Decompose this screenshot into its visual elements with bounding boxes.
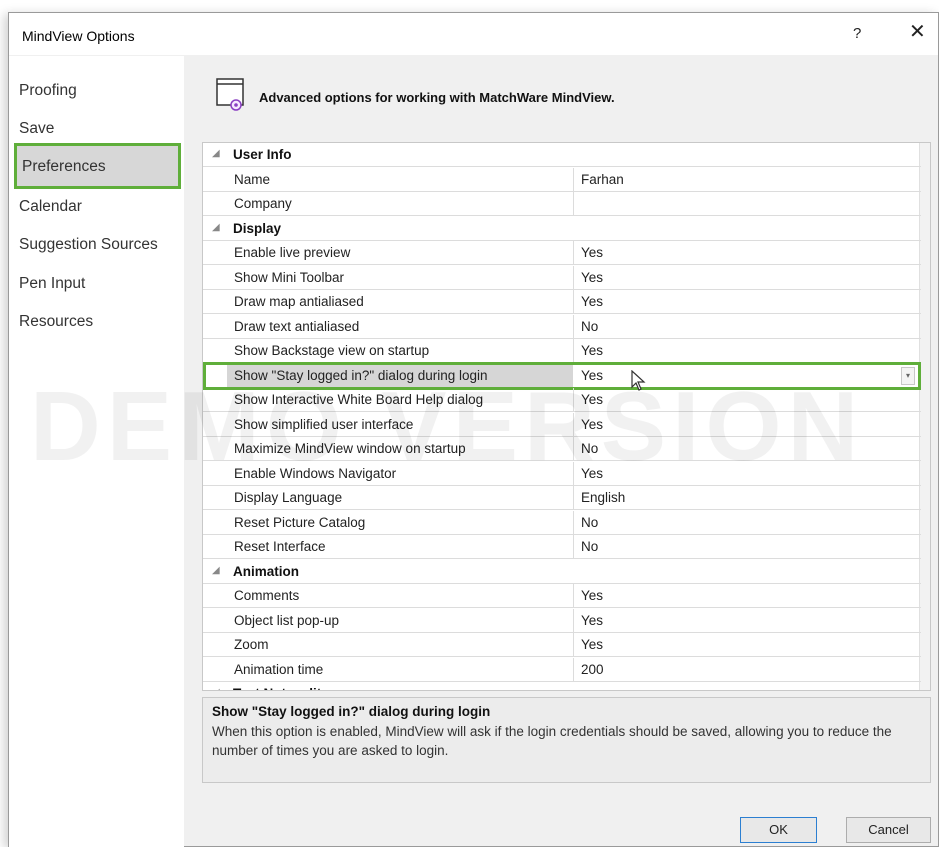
nav-item-calendar[interactable]: Calendar — [19, 198, 82, 216]
nav-item-save[interactable]: Save — [19, 120, 54, 138]
property-name: Show "Stay logged in?" dialog during log… — [227, 364, 573, 387]
property-name: Show Backstage view on startup — [228, 339, 574, 362]
property-name: Reset Picture Catalog — [228, 510, 574, 534]
property-name: Show simplified user interface — [228, 412, 574, 436]
property-name: Enable Windows Navigator — [228, 461, 574, 485]
property-value[interactable]: Yes — [581, 245, 603, 260]
property-row[interactable]: Draw text antialiased No — [203, 314, 921, 339]
property-value[interactable]: Yes — [581, 466, 603, 481]
options-window-gear-icon — [216, 78, 244, 111]
title-bar: MindView Options ? ✕ — [9, 13, 938, 55]
property-value[interactable]: Yes — [581, 613, 603, 628]
property-name: Show Interactive White Board Help dialog — [228, 388, 574, 411]
property-value[interactable]: Yes — [581, 588, 603, 603]
property-value[interactable]: Yes — [581, 294, 603, 309]
description-panel: Show "Stay logged in?" dialog during log… — [202, 697, 931, 783]
nav-item-resources[interactable]: Resources — [19, 313, 93, 331]
help-button[interactable]: ? — [853, 25, 861, 42]
collapse-caret-icon[interactable]: ◢ — [212, 687, 220, 690]
property-row[interactable]: Enable Windows Navigator Yes — [203, 461, 921, 486]
property-row[interactable]: Enable live preview Yes — [203, 241, 921, 265]
property-value[interactable]: Yes — [581, 343, 603, 358]
property-row[interactable]: Comments Yes — [203, 584, 921, 608]
property-row[interactable]: Company — [203, 192, 921, 216]
property-value[interactable]: Yes — [581, 417, 603, 432]
nav-item-suggestion-sources[interactable]: Suggestion Sources — [19, 236, 158, 254]
property-value[interactable]: No — [581, 441, 598, 456]
nav-item-pen-input[interactable]: Pen Input — [19, 275, 85, 293]
property-name: Show Mini Toolbar — [228, 265, 574, 289]
property-value[interactable]: Yes — [581, 637, 603, 652]
property-grid: ◢ User Info Name Farhan Company ◢ Display Enabl… — [202, 142, 931, 691]
description-title: Show "Stay logged in?" dialog during log… — [212, 704, 491, 719]
property-name: Zoom — [228, 633, 574, 656]
category-row[interactable]: ◢ User Info — [203, 143, 921, 167]
panel-header-text: Advanced options for working with MatchW… — [259, 90, 615, 105]
category-label: User Info — [233, 147, 292, 162]
property-name: Draw text antialiased — [228, 314, 574, 338]
property-value[interactable]: No — [581, 515, 598, 530]
property-value[interactable]: No — [581, 319, 598, 334]
property-row[interactable]: Display Language English — [203, 486, 921, 510]
property-name: Name — [228, 167, 574, 191]
property-name: Enable live preview — [228, 241, 574, 264]
dropdown-arrow-icon[interactable]: ▾ — [901, 366, 915, 385]
category-row[interactable]: ◢ Animation — [203, 560, 921, 584]
category-label: Animation — [233, 563, 299, 579]
property-value[interactable]: Yes — [581, 270, 603, 285]
property-row[interactable]: Object list pop-up Yes — [203, 608, 921, 633]
category-row[interactable]: ◢ Text Note editor — [203, 682, 921, 690]
category-nav: Proofing Save Preferences Calendar Sugge… — [9, 56, 184, 847]
property-name: Reset Interface — [228, 535, 574, 558]
property-row[interactable]: Maximize MindView window on startup No — [203, 437, 921, 461]
nav-item-preferences[interactable]: Preferences — [14, 143, 181, 189]
property-name: Animation time — [228, 657, 574, 681]
collapse-caret-icon[interactable]: ◢ — [212, 565, 220, 576]
property-name: Company — [228, 192, 574, 215]
property-name: Object list pop-up — [228, 608, 574, 632]
options-dialog: MindView Options ? ✕ Proofing Save Prefe… — [8, 12, 939, 847]
property-row[interactable]: Show simplified user interface Yes — [203, 412, 921, 437]
property-row-selected[interactable]: Show "Stay logged in?" dialog during log… — [203, 361, 921, 391]
options-panel: Advanced options for working with MatchW… — [192, 56, 932, 796]
property-row[interactable]: Zoom Yes — [203, 633, 921, 657]
property-row[interactable]: Show Backstage view on startup Yes — [203, 339, 921, 363]
property-name: Comments — [228, 584, 574, 607]
nav-item-proofing[interactable]: Proofing — [19, 82, 77, 100]
ok-button[interactable]: OK — [740, 817, 817, 843]
property-value[interactable]: English — [581, 490, 625, 505]
collapse-caret-icon[interactable]: ◢ — [212, 222, 220, 233]
property-value[interactable]: 200 — [581, 662, 604, 677]
cancel-button[interactable]: Cancel — [846, 817, 931, 843]
property-row[interactable]: Show Mini Toolbar Yes — [203, 265, 921, 290]
property-row[interactable]: Reset Interface No — [203, 535, 921, 559]
close-button[interactable]: ✕ — [909, 22, 926, 42]
category-label: Text Note editor — [233, 686, 335, 690]
property-name: Draw map antialiased — [228, 290, 574, 313]
window-title: MindView Options — [22, 28, 135, 44]
category-row[interactable]: ◢ Display — [203, 217, 921, 241]
property-value[interactable]: Yes — [581, 392, 603, 407]
property-row[interactable]: Name Farhan — [203, 167, 921, 192]
property-name: Maximize MindView window on startup — [228, 437, 574, 460]
property-name: Display Language — [228, 486, 574, 509]
property-row[interactable]: Draw map antialiased Yes — [203, 290, 921, 314]
property-row[interactable]: Show Interactive White Board Help dialog… — [203, 388, 921, 412]
property-row[interactable]: Animation time 200 — [203, 657, 921, 682]
property-value[interactable]: Farhan — [581, 172, 624, 187]
property-value[interactable]: No — [581, 539, 598, 554]
property-row[interactable]: Reset Picture Catalog No — [203, 510, 921, 535]
collapse-caret-icon[interactable]: ◢ — [212, 148, 220, 159]
category-label: Display — [233, 220, 282, 236]
property-value-select[interactable]: Yes — [581, 368, 603, 383]
description-text: When this option is enabled, MindView wi… — [212, 724, 892, 758]
